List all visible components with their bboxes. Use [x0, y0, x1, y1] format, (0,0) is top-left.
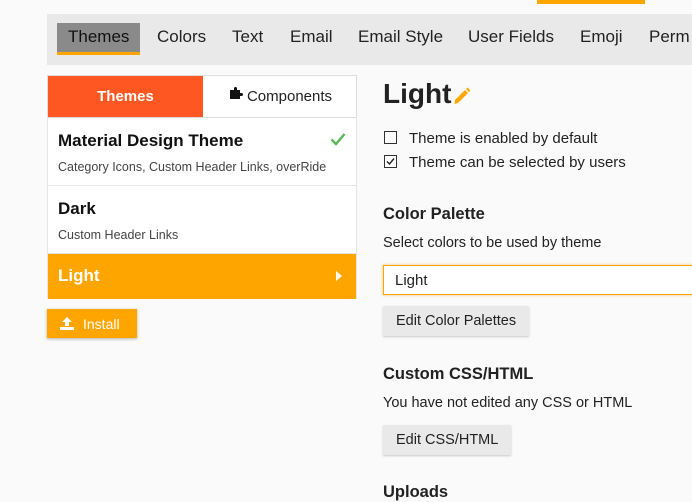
nav-emoji[interactable]: Emoji: [580, 27, 623, 47]
admin-nav: Themes Colors Text Email Email Style Use…: [47, 14, 692, 65]
upload-icon: [60, 317, 74, 330]
enabled-default-checkbox[interactable]: [384, 130, 397, 144]
custom-css-desc: You have not edited any CSS or HTML: [383, 395, 633, 411]
user-selectable-row[interactable]: Theme can be selected by users: [384, 154, 626, 171]
install-label: Install: [83, 316, 120, 332]
puzzle-icon: [229, 75, 243, 117]
user-selectable-label: Theme can be selected by users: [409, 154, 626, 171]
tab-components[interactable]: Components: [203, 76, 358, 117]
color-palette-desc: Select colors to be used by theme: [383, 235, 602, 251]
theme-components: Category Icons, Custom Header Links, ove…: [58, 160, 327, 174]
theme-item-light[interactable]: Light: [48, 254, 356, 299]
color-palette-heading: Color Palette: [383, 205, 485, 223]
install-button[interactable]: Install: [47, 309, 137, 338]
theme-name: Material Design Theme: [58, 131, 244, 150]
pencil-icon[interactable]: [452, 86, 472, 111]
nav-email-style[interactable]: Email Style: [358, 27, 443, 47]
caret-right-icon: [336, 271, 342, 281]
top-accent-bar: [537, 0, 645, 4]
edit-css-html-button[interactable]: Edit CSS/HTML: [383, 425, 512, 455]
check-icon: [330, 132, 346, 151]
nav-colors[interactable]: Colors: [157, 27, 206, 47]
enabled-default-label: Theme is enabled by default: [409, 130, 598, 147]
tab-components-label: Components: [246, 88, 333, 105]
nav-permalinks[interactable]: Perm: [649, 27, 690, 47]
enabled-default-row[interactable]: Theme is enabled by default: [384, 130, 597, 147]
theme-item-material[interactable]: Material Design Theme Category Icons, Cu…: [48, 118, 356, 186]
edit-color-palettes-button[interactable]: Edit Color Palettes: [383, 306, 530, 336]
theme-components: Custom Header Links: [58, 228, 179, 242]
nav-email[interactable]: Email: [290, 27, 333, 47]
user-selectable-checkbox[interactable]: [384, 154, 397, 168]
custom-css-heading: Custom CSS/HTML: [383, 365, 534, 383]
theme-name: Dark: [58, 199, 96, 218]
nav-user-fields[interactable]: User Fields: [468, 27, 554, 47]
nav-themes[interactable]: Themes: [57, 23, 141, 55]
theme-tabs: Themes Components: [47, 75, 357, 118]
theme-list: Material Design Theme Category Icons, Cu…: [47, 118, 357, 299]
tab-themes[interactable]: Themes: [48, 76, 203, 117]
theme-title: Light: [383, 78, 452, 109]
theme-name: Light: [58, 266, 100, 285]
theme-item-dark[interactable]: Dark Custom Header Links: [48, 186, 356, 254]
color-palette-select[interactable]: Light: [383, 265, 692, 295]
nav-text[interactable]: Text: [232, 27, 263, 47]
